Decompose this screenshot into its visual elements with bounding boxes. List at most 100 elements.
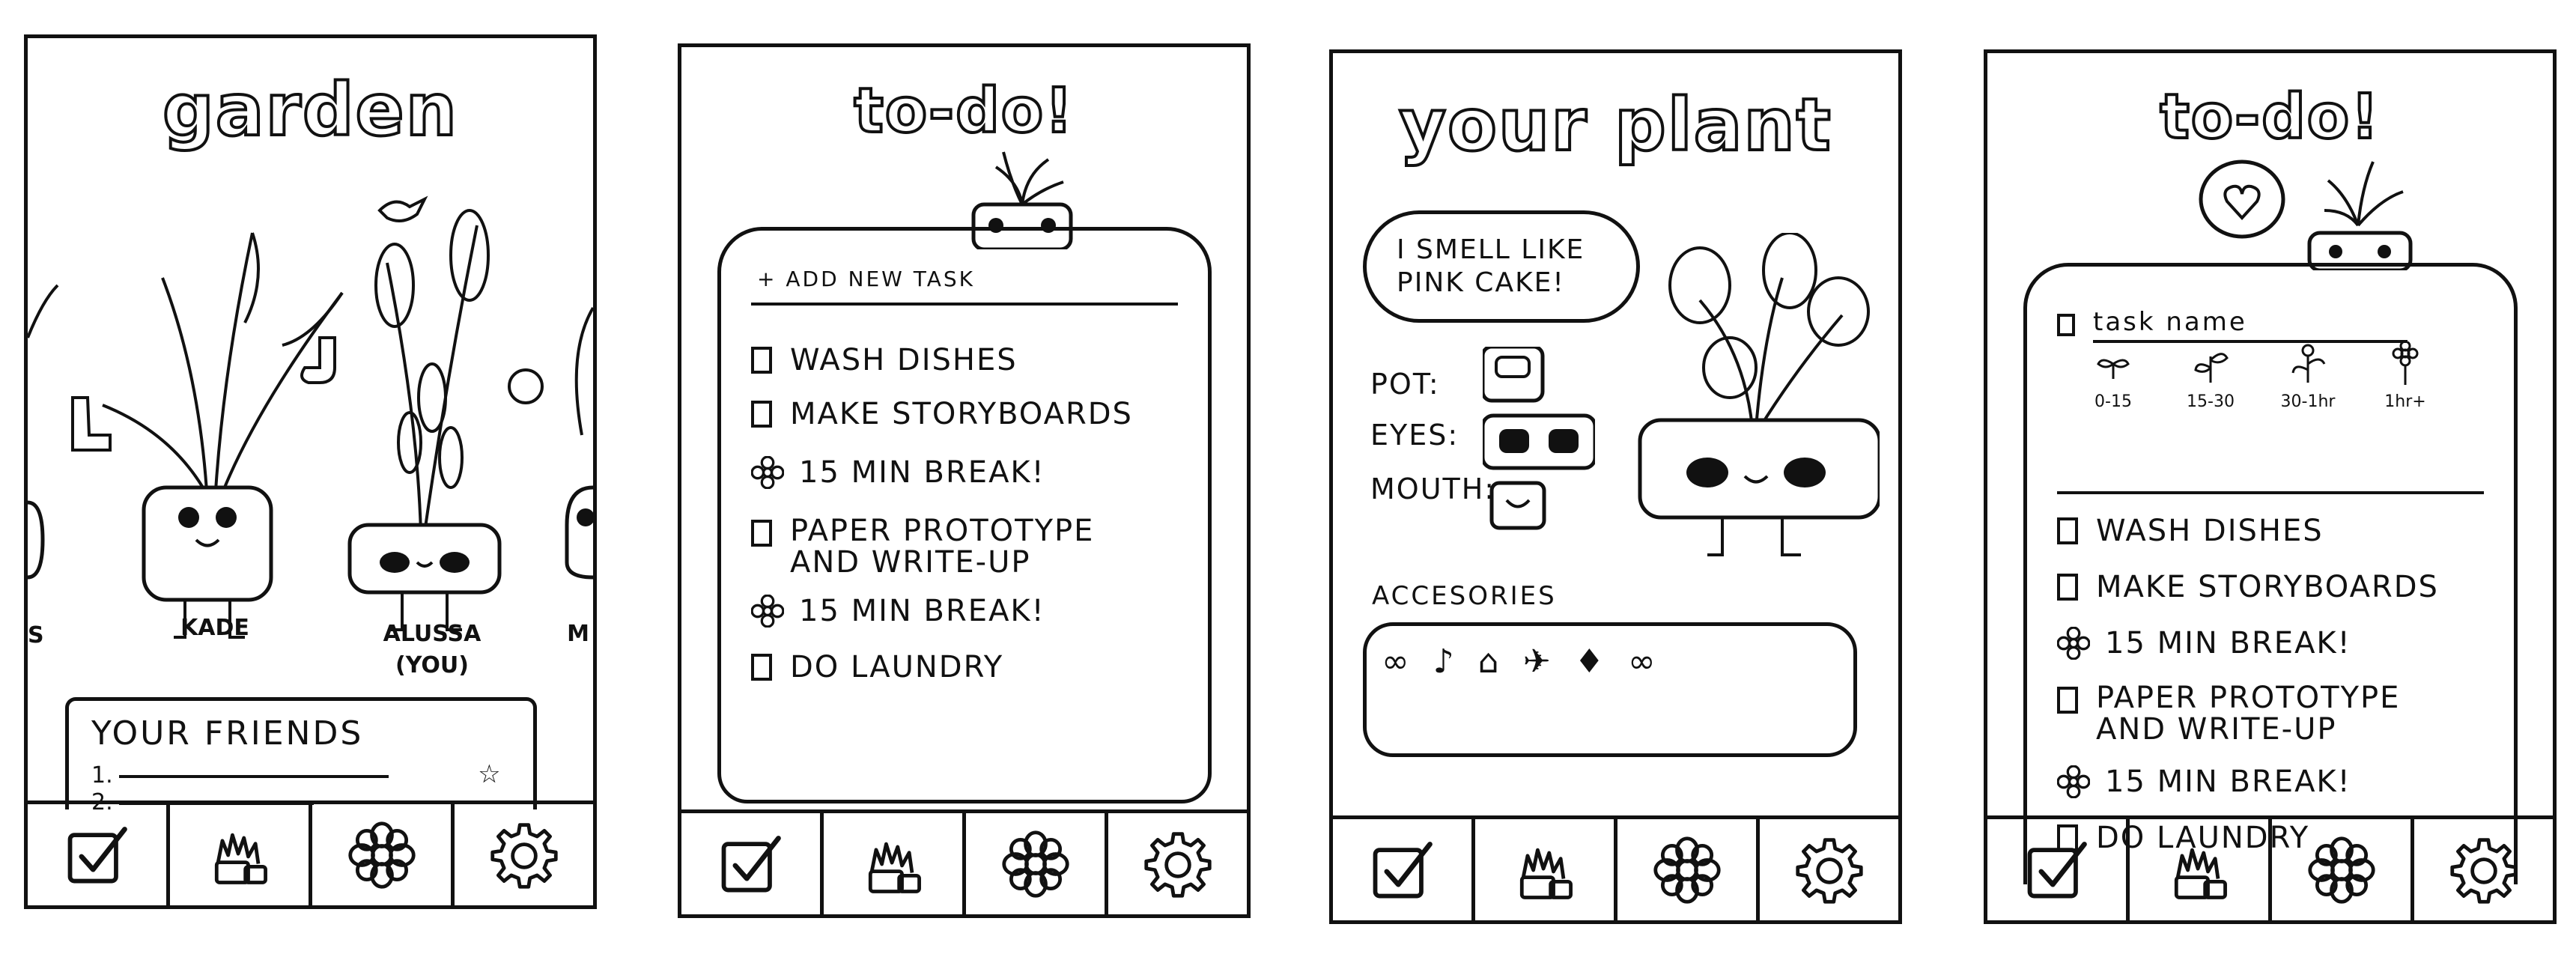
flower-icon <box>1651 834 1723 906</box>
task-checkbox[interactable] <box>2057 517 2078 544</box>
task-checkbox[interactable] <box>751 401 772 428</box>
todo-screen: to-do! + ADD NEW TASK WASH DISHES MAKE S… <box>678 43 1251 918</box>
checkbox-icon <box>715 828 787 900</box>
page-title: to-do! <box>853 74 1075 148</box>
task-item[interactable]: PAPER PROTOTYPE AND WRITE-UP <box>2057 682 2476 745</box>
duration-option[interactable]: 15-30 <box>2169 341 2252 411</box>
checkbox-icon <box>1367 834 1439 906</box>
glasses-icon[interactable]: ∞ <box>1628 642 1656 681</box>
tie-icon[interactable]: ♦ <box>1575 642 1604 681</box>
nav-plant-button[interactable] <box>966 813 1108 914</box>
add-task-button[interactable]: + ADD NEW TASK <box>757 267 975 291</box>
nav-settings-button[interactable] <box>1108 813 1247 914</box>
eyes-label: EYES: <box>1370 419 1459 452</box>
task-label: MAKE STORYBOARDS <box>2096 570 2439 604</box>
plants-icon <box>2163 834 2235 906</box>
duration-label: 15-30 <box>2187 392 2235 411</box>
mouth-label: MOUTH: <box>1370 473 1496 505</box>
nav-settings-button[interactable] <box>2414 819 2553 920</box>
nav-settings-button[interactable] <box>1760 819 1898 920</box>
flower-icon <box>751 595 784 628</box>
star-icon[interactable]: ☆ <box>478 759 500 789</box>
nav-todo-button[interactable] <box>1333 819 1475 920</box>
bow-icon[interactable]: ∞ <box>1382 642 1409 681</box>
task-label: PAPER PROTOTYPE AND WRITE-UP <box>2096 681 2401 747</box>
duration-option[interactable]: 30-1hr <box>2267 341 2349 411</box>
bottom-nav <box>1333 815 1898 920</box>
task-label: WASH DISHES <box>790 343 1018 377</box>
flower-icon <box>1000 828 1072 900</box>
gear-icon <box>1142 828 1214 900</box>
task-item[interactable]: 15 MIN BREAK! <box>2057 626 2351 660</box>
task-label: 15 MIN BREAK! <box>799 455 1045 490</box>
nav-todo-button[interactable] <box>1987 819 2130 920</box>
hat-icon[interactable]: ⌂ <box>1478 642 1499 681</box>
nav-plant-button[interactable] <box>312 804 455 905</box>
friend-item[interactable]: 1. ☆ <box>91 759 501 789</box>
nav-todo-button[interactable] <box>28 804 170 905</box>
plant-name-label[interactable]: KADE <box>170 615 260 641</box>
task-checkbox[interactable] <box>2057 574 2078 601</box>
pot-selector <box>1483 347 1545 403</box>
task-checkbox[interactable] <box>751 520 772 547</box>
your-plant-screen: your plant I SMELL LIKE PINK CAKE! POT: … <box>1329 49 1902 924</box>
nav-garden-button[interactable] <box>1475 819 1617 920</box>
task-item[interactable]: DO LAUNDRY <box>751 650 1003 684</box>
speech-bubble: I SMELL LIKE PINK CAKE! <box>1363 210 1640 323</box>
bird-icon[interactable]: ✈ <box>1523 642 1551 681</box>
duration-label: 1hr+ <box>2384 392 2426 411</box>
pot-label: POT: <box>1370 368 1440 401</box>
gear-icon <box>488 819 560 891</box>
task-label: 15 MIN BREAK! <box>2105 626 2351 660</box>
divider <box>2057 491 2484 494</box>
mouth-selector <box>1489 481 1546 530</box>
task-label: 15 MIN BREAK! <box>2105 765 2351 799</box>
task-label: PAPER PROTOTYPE AND WRITE-UP <box>790 514 1095 580</box>
duration-label: 0-15 <box>2094 392 2132 411</box>
task-label: MAKE STORYBOARDS <box>790 397 1133 431</box>
divider <box>751 303 1178 306</box>
nav-plant-button[interactable] <box>2272 819 2414 920</box>
task-item[interactable]: 15 MIN BREAK! <box>2057 765 2351 799</box>
flower-icon <box>346 819 418 891</box>
task-item[interactable]: MAKE STORYBOARDS <box>751 397 1133 431</box>
task-item[interactable]: 15 MIN BREAK! <box>751 594 1045 628</box>
task-label: 15 MIN BREAK! <box>799 594 1045 628</box>
friends-title: YOUR FRIENDS <box>91 714 364 753</box>
customization-options <box>1483 347 1595 530</box>
plant-owner-label: (YOU) <box>395 652 469 678</box>
task-checkbox[interactable] <box>2057 687 2078 714</box>
bottom-nav <box>681 809 1247 914</box>
seed-icon <box>2097 359 2130 379</box>
duration-option[interactable]: 0-15 <box>2072 341 2154 411</box>
page-title: to-do! <box>2159 80 2381 154</box>
task-item[interactable]: WASH DISHES <box>2057 514 2324 548</box>
friends-panel: YOUR FRIENDS 1. ☆ 2. <box>65 697 537 815</box>
alussa-plant <box>347 195 502 631</box>
task-checkbox[interactable] <box>751 347 772 374</box>
task-name-input[interactable]: task name <box>2093 307 2408 343</box>
plant-name-label[interactable]: ALUSSA <box>357 621 507 647</box>
task-checkbox[interactable] <box>2057 314 2075 336</box>
nav-garden-button[interactable] <box>2130 819 2272 920</box>
new-task-row: task name <box>2057 307 2408 343</box>
todo-add-screen: to-do! task name 0-15 15-30 30-1hr 1hr+ <box>1984 49 2557 924</box>
task-checkbox[interactable] <box>751 654 772 681</box>
task-item[interactable]: WASH DISHES <box>751 343 1018 377</box>
nav-garden-button[interactable] <box>170 804 312 905</box>
duration-option[interactable]: 1hr+ <box>2364 340 2446 411</box>
checkbox-icon <box>61 819 133 891</box>
nav-plant-button[interactable] <box>1617 819 1760 920</box>
nav-settings-button[interactable] <box>455 804 593 905</box>
sock-icon[interactable]: ♪ <box>1433 642 1454 681</box>
flower-icon <box>2306 834 2378 906</box>
kade-plant <box>102 232 344 639</box>
nav-garden-button[interactable] <box>824 813 966 914</box>
task-item[interactable]: 15 MIN BREAK! <box>751 455 1045 490</box>
nav-todo-button[interactable] <box>681 813 824 914</box>
eyes-selector <box>1483 413 1595 470</box>
task-item[interactable]: PAPER PROTOTYPE AND WRITE-UP <box>751 515 1170 578</box>
flower-icon <box>751 456 784 489</box>
sprout-icon <box>2194 353 2229 383</box>
task-item[interactable]: MAKE STORYBOARDS <box>2057 570 2439 604</box>
